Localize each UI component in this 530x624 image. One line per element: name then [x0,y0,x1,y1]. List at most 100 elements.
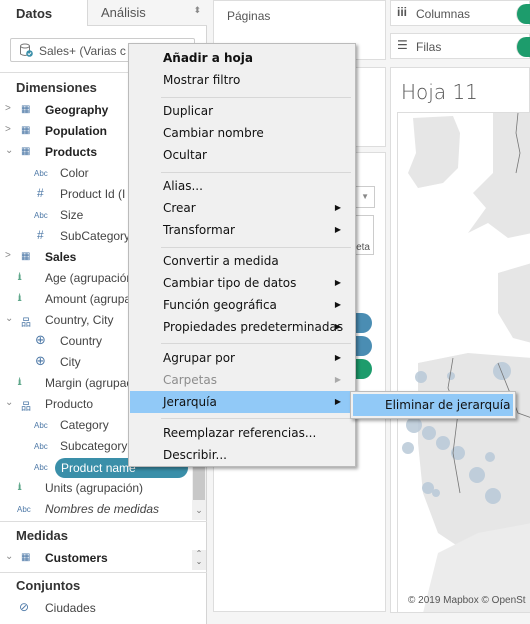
set-icon: ⊘ [19,600,30,614]
field-label: Age (agrupación) [45,271,138,285]
columns-label: Columnas [416,7,471,21]
chevron-down-icon[interactable]: ⌄ [5,313,13,324]
dim-item-measure-names[interactable]: Abc Nombres de medidas [0,499,192,520]
chevron-right-icon[interactable]: > [5,250,11,261]
map-attribution[interactable]: © 2019 Mapbox © OpenSt [408,595,526,606]
submenu-arrow-icon: ▶ [334,300,341,309]
field-label: Product Id (I [60,187,126,201]
hash-icon: # [37,186,44,200]
field-label: Producto [45,397,94,411]
hierarchy-icon: 品 [21,318,31,329]
menu-item-replace-references[interactable]: Reemplazar referencias... [130,422,355,444]
database-check-icon [20,43,33,57]
dim-item-units-bin[interactable]: .ılı. Units (agrupación) [0,478,192,499]
field-label: Country [60,334,103,348]
city-mark [432,489,440,497]
map-view[interactable]: © 2019 Mapbox © OpenSt [397,112,530,612]
chevron-down-icon[interactable]: ⌄ [5,145,13,156]
menu-item-hide[interactable]: Ocultar [130,144,355,166]
menu-item-geographic-role[interactable]: Función geográfica ▶ [130,294,355,316]
menu-item-remove-from-hierarchy[interactable]: Eliminar de jerarquía [353,394,513,416]
menu-item-alias[interactable]: Alias... [130,175,355,197]
menu-label: Ocultar [163,148,207,162]
hierarchy-submenu: Eliminar de jerarquía [350,391,516,419]
hash-icon: # [37,228,44,242]
submenu-arrow-icon: ▶ [334,322,341,331]
menu-item-default-properties[interactable]: Propiedades predeterminadas ▶ [130,316,355,338]
chevron-down-icon[interactable]: ⌄ [5,551,13,562]
menu-label: Reemplazar referencias... [163,426,317,440]
hierarchy-icon: 品 [21,402,31,413]
field-label: Color [60,166,89,180]
menu-item-add-to-sheet[interactable]: Añadir a hoja [130,47,355,69]
measures-spinner[interactable]: ⌃ ⌄ [192,550,206,570]
menu-item-change-data-type[interactable]: Cambiar tipo de datos ▶ [130,272,355,294]
city-mark [469,467,485,483]
city-mark [402,442,414,454]
sets-title: Conjuntos [16,578,81,593]
menu-item-folders: Carpetas ▶ [130,369,355,391]
menu-label: Mostrar filtro [163,73,241,87]
divider [0,572,207,573]
menu-item-describe[interactable]: Describir... [130,444,355,466]
menu-label: Transformar [163,223,235,237]
context-menu: Añadir a hoja Mostrar filtro Duplicar Ca… [128,43,356,467]
menu-label: Agrupar por [163,351,235,365]
table-icon: ▦ [21,125,31,136]
measure-item-customers[interactable]: ⌄ ▦ Customers [0,548,192,569]
field-label: Size [60,208,84,222]
menu-item-hierarchy[interactable]: Jerarquía ▶ [130,391,355,413]
set-item-ciudades[interactable]: ⊘ Ciudades [0,598,192,619]
dimensions-title: Dimensiones [16,80,97,95]
city-mark [485,488,501,504]
chevron-right-icon[interactable]: > [5,103,11,114]
field-label: Subcategory [60,439,128,453]
city-mark [447,372,455,380]
menu-item-create[interactable]: Crear ▶ [130,197,355,219]
rows-pill[interactable] [516,37,530,57]
menu-label: Eliminar de jerarquía [385,398,511,412]
tab-analisis[interactable]: Análisis ⬍ [87,0,207,26]
city-mark [485,452,495,462]
chevron-down-icon[interactable]: ⌄ [192,505,206,519]
field-label: Nombres de medidas [45,502,160,516]
menu-item-show-filter[interactable]: Mostrar filtro [130,69,355,91]
field-label: Sales [45,250,77,264]
field-label: Customers [45,551,108,565]
sheet-title[interactable]: Hoja 11 [401,80,478,104]
columns-shelf[interactable]: iii Columnas [390,0,530,26]
data-source-name: Sales+ (Varias c [39,44,126,58]
field-label: Products [45,145,98,159]
city-mark [406,417,422,433]
bin-icon: .ılı. [17,293,23,304]
menu-item-rename[interactable]: Cambiar nombre [130,122,355,144]
bin-icon: .ılı. [17,272,23,283]
france-shape [498,263,530,343]
field-label: Country, City [45,313,114,327]
ireland-shape [408,116,460,188]
menu-label: Cambiar nombre [163,126,264,140]
menu-item-group-by[interactable]: Agrupar por ▶ [130,347,355,369]
pages-label: Páginas [227,9,271,23]
measures-title: Medidas [16,528,69,543]
map-canvas [402,113,530,612]
globe-icon: ⊕ [35,332,46,347]
abc-icon: Abc [17,505,31,514]
menu-item-duplicate[interactable]: Duplicar [130,100,355,122]
chevron-down-icon[interactable]: ⌄ [5,397,13,408]
chevron-right-icon[interactable]: > [5,124,11,135]
menu-label: Describir... [163,448,227,462]
menu-label: Propiedades predeterminadas [163,320,344,334]
rows-shelf[interactable]: ☰ Filas [390,33,530,59]
menu-item-transform[interactable]: Transformar ▶ [130,219,355,241]
bin-icon: .ılı. [17,377,23,388]
columns-pill[interactable] [516,4,530,24]
worksheet-view: Hoja 11 © 2019 Mapbox © OpenSt [390,67,530,613]
menu-label: Carpetas [163,373,217,387]
abc-icon: Abc [34,463,48,472]
tab-datos[interactable]: Datos [16,6,52,21]
menu-item-convert-to-measure[interactable]: Convertir a medida [130,250,355,272]
bin-icon: .ılı. [17,482,23,493]
field-label: Geography [45,103,109,117]
tab-analisis-label: Análisis [101,5,146,20]
